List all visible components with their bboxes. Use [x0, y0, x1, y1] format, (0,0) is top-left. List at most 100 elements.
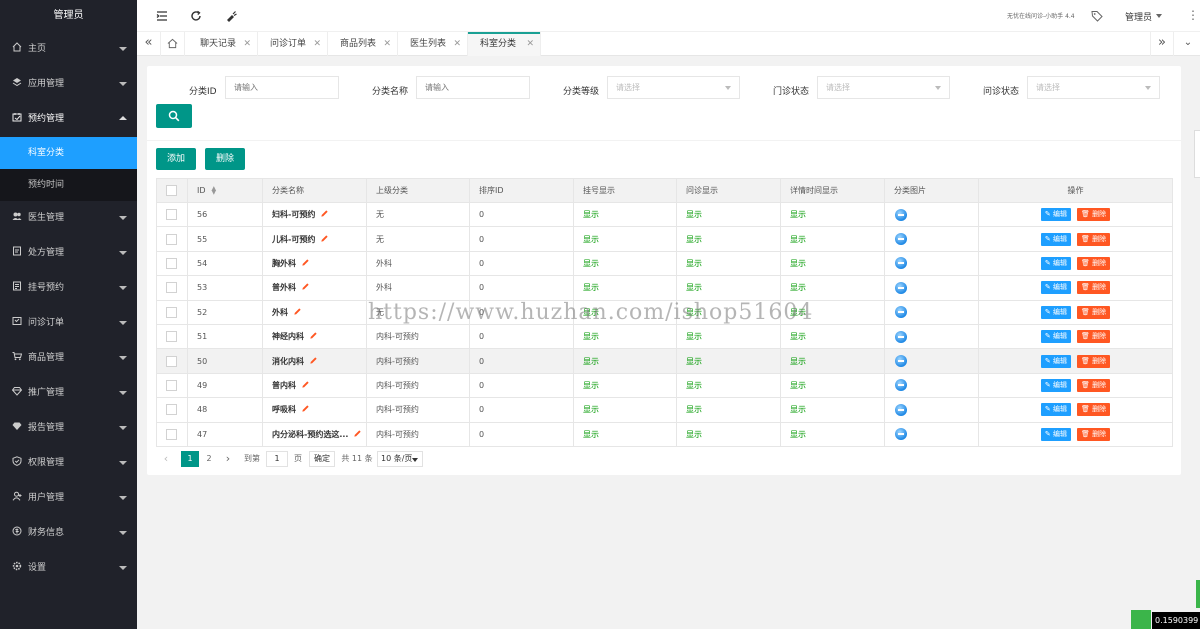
edit-pencil-icon[interactable] — [293, 307, 302, 316]
sidebar-item-apps[interactable]: 应用管理 — [0, 67, 137, 102]
edit-button[interactable]: ✎ 编辑 — [1040, 305, 1071, 319]
row-checkbox-cell[interactable] — [156, 250, 188, 277]
delete-button[interactable]: 🗑 删除 — [1076, 378, 1111, 392]
sidebar-item-settings[interactable]: 设置 — [0, 551, 137, 586]
row-checkbox[interactable] — [166, 428, 177, 440]
row-checkbox-cell[interactable] — [156, 299, 188, 325]
edit-button[interactable]: ✎ 编辑 — [1040, 330, 1071, 344]
row-checkbox[interactable] — [166, 209, 177, 221]
table-row[interactable]: 56 妇科-可预约无 0 显示 显示 显示 ✎ 编辑 🗑 删除 — [156, 201, 1173, 228]
edit-pencil-icon[interactable] — [301, 282, 310, 291]
add-button[interactable]: 添加 — [156, 148, 196, 170]
page-2-button[interactable]: 2 — [200, 451, 218, 467]
close-icon[interactable]: ✕ — [453, 32, 461, 56]
row-checkbox[interactable] — [166, 355, 177, 367]
sidebar-subitem-appointment-time[interactable]: 预约时间 — [0, 169, 137, 201]
sidebar-item-appointments[interactable]: 预约管理 — [0, 102, 137, 137]
row-checkbox-cell[interactable] — [156, 201, 188, 228]
sidebar-item-finance[interactable]: 财务信息 — [0, 516, 137, 551]
edit-pencil-icon[interactable] — [301, 404, 310, 413]
delete-button[interactable]: 🗑 删除 — [1076, 208, 1111, 222]
table-row[interactable]: 51 神经内科 内科-可预约 0 显示 显示 显示 ✎ 编辑 🗑 删除 — [156, 323, 1173, 350]
batch-delete-button[interactable]: 删除 — [205, 148, 245, 170]
edit-button[interactable]: ✎ 编辑 — [1040, 403, 1071, 417]
tab-department-category[interactable]: 科室分类 ✕ — [468, 32, 541, 56]
caret-down-icon[interactable] — [1156, 14, 1162, 18]
edit-button[interactable]: ✎ 编辑 — [1040, 281, 1071, 295]
side-panel-handle[interactable] — [1194, 130, 1200, 178]
table-row[interactable]: 48 呼吸科 内科-可预约 0 显示 显示 显示 ✎ 编辑 🗑 删除 — [156, 397, 1173, 423]
sidebar-item-consult-orders[interactable]: 问诊订单 — [0, 306, 137, 341]
sidebar-subitem-department-category[interactable]: 科室分类 — [0, 137, 137, 169]
row-checkbox-cell[interactable] — [156, 397, 188, 423]
delete-button[interactable]: 🗑 删除 — [1076, 232, 1111, 246]
tab-chat-records[interactable]: 聊天记录 ✕ — [188, 32, 258, 56]
tag-icon[interactable] — [1091, 10, 1103, 22]
edit-button[interactable]: ✎ 编辑 — [1040, 427, 1071, 441]
edit-pencil-icon[interactable] — [301, 380, 310, 389]
goto-confirm-button[interactable]: 确定 — [309, 451, 335, 467]
consult-status-select[interactable]: 请选择 — [1027, 76, 1160, 99]
delete-button[interactable]: 🗑 删除 — [1076, 403, 1111, 417]
table-row[interactable]: 49 普内科 内科-可预约 0 显示 显示 显示 ✎ 编辑 🗑 删除 — [156, 372, 1173, 399]
category-level-select[interactable]: 请选择 — [607, 76, 740, 99]
delete-button[interactable]: 🗑 删除 — [1076, 281, 1111, 295]
category-image-icon[interactable] — [895, 233, 907, 246]
table-row[interactable]: 47 内分泌科-预约选这... 内科-可预约 0 显示 显示 显示 ✎ 编辑 🗑 删除 — [156, 421, 1173, 447]
table-row[interactable]: 55 儿科-可预约无 0 显示 显示 显示 ✎ 编辑 🗑 删除 — [156, 226, 1173, 252]
row-checkbox[interactable] — [166, 306, 177, 318]
close-icon[interactable]: ✕ — [526, 32, 534, 56]
edit-button[interactable]: ✎ 编辑 — [1040, 208, 1071, 222]
search-button[interactable] — [156, 104, 192, 128]
edit-pencil-icon[interactable] — [353, 429, 362, 438]
tabs-scroll-left-icon[interactable]: « — [137, 32, 161, 56]
next-page-icon[interactable]: › — [222, 451, 234, 467]
category-id-input[interactable] — [225, 76, 339, 99]
sidebar-item-home[interactable]: 主页 — [0, 32, 137, 67]
row-checkbox-cell[interactable] — [156, 275, 188, 301]
select-all-checkbox-cell[interactable] — [156, 178, 188, 203]
column-id[interactable]: ID ▲ ▼ — [187, 178, 263, 203]
sidebar-item-registration[interactable]: 挂号预约 — [0, 271, 137, 306]
row-checkbox-cell[interactable] — [156, 372, 188, 399]
category-image-icon[interactable] — [895, 208, 907, 221]
tab-doctor-list[interactable]: 医生列表 ✕ — [398, 32, 468, 56]
sort-icon[interactable]: ▲ ▼ — [212, 185, 217, 195]
sidebar-item-products[interactable]: 商品管理 — [0, 341, 137, 376]
more-options-icon[interactable]: ⋮ — [1187, 8, 1199, 22]
row-checkbox[interactable] — [166, 233, 177, 245]
category-image-icon[interactable] — [895, 355, 907, 368]
row-checkbox-cell[interactable] — [156, 348, 188, 374]
clinic-status-select[interactable]: 请选择 — [817, 76, 950, 99]
edit-button[interactable]: ✎ 编辑 — [1040, 378, 1071, 392]
row-checkbox-cell[interactable] — [156, 421, 188, 447]
close-icon[interactable]: ✕ — [313, 32, 321, 56]
category-image-icon[interactable] — [895, 281, 907, 294]
close-icon[interactable]: ✕ — [243, 32, 251, 56]
edit-pencil-icon[interactable] — [309, 356, 318, 365]
table-row[interactable]: 54 胸外科 外科 0 显示 显示 显示 ✎ 编辑 🗑 删除 — [156, 250, 1173, 277]
delete-button[interactable]: 🗑 删除 — [1076, 427, 1111, 441]
row-checkbox[interactable] — [166, 257, 177, 269]
clear-cache-icon[interactable] — [224, 9, 238, 23]
edit-pencil-icon[interactable] — [309, 331, 318, 340]
delete-button[interactable]: 🗑 删除 — [1076, 330, 1111, 344]
tab-product-list[interactable]: 商品列表 ✕ — [328, 32, 398, 56]
goto-page-input[interactable]: 1 — [266, 451, 288, 467]
row-checkbox[interactable] — [166, 404, 177, 416]
sidebar-item-doctors[interactable]: 医生管理 — [0, 201, 137, 236]
category-image-icon[interactable] — [895, 330, 907, 343]
sidebar-item-users[interactable]: 用户管理 — [0, 481, 137, 516]
tabs-scroll-right-icon[interactable]: » — [1150, 32, 1174, 56]
tabs-dropdown-icon[interactable]: ⌄ — [1176, 32, 1200, 56]
tab-consult-orders[interactable]: 问诊订单 ✕ — [258, 32, 328, 56]
category-name-input[interactable] — [416, 76, 530, 99]
edit-button[interactable]: ✎ 编辑 — [1040, 354, 1071, 368]
category-image-icon[interactable] — [895, 379, 907, 392]
edit-pencil-icon[interactable] — [301, 258, 310, 267]
category-image-icon[interactable] — [895, 257, 907, 270]
delete-button[interactable]: 🗑 删除 — [1076, 305, 1111, 319]
home-tab-icon[interactable] — [161, 32, 185, 56]
row-checkbox[interactable] — [166, 331, 177, 343]
page-1-button[interactable]: 1 — [181, 451, 199, 467]
